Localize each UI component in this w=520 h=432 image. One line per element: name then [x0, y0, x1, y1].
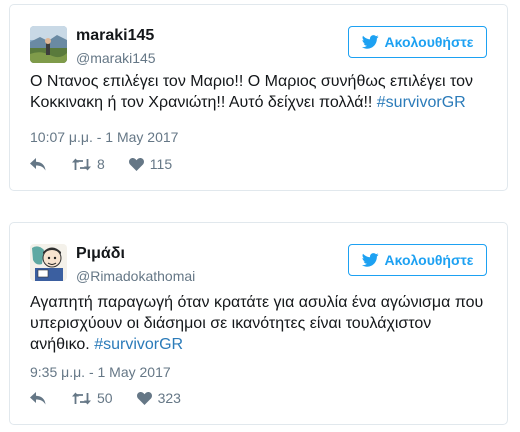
hashtag-link[interactable]: #survivorGR — [94, 336, 183, 353]
landscape-avatar-icon[interactable] — [30, 26, 67, 63]
display-name[interactable]: maraki145 — [76, 27, 154, 45]
tweet-actions: 8 115 — [30, 156, 172, 172]
follow-button-label: Ακολουθήστε — [384, 34, 474, 50]
reply-icon — [30, 391, 46, 405]
retweet-button[interactable]: 8 — [72, 156, 105, 172]
retweet-icon — [72, 158, 91, 171]
heart-icon — [128, 157, 144, 171]
heart-icon — [136, 391, 152, 405]
display-name[interactable]: Ριμάδι — [76, 245, 125, 263]
tweet-card: maraki145 @maraki145 Ακολουθήστε Ο Ντανο… — [9, 4, 508, 191]
follow-button[interactable]: Ακολουθήστε — [348, 26, 487, 58]
twitter-bird-icon — [361, 253, 379, 267]
follow-button-label: Ακολουθήστε — [384, 252, 474, 268]
follow-button[interactable]: Ακολουθήστε — [348, 244, 487, 276]
tweet-actions: 50 323 — [30, 390, 181, 406]
reply-button[interactable] — [30, 391, 46, 405]
retweet-count: 50 — [97, 390, 113, 406]
user-handle[interactable]: @maraki145 — [76, 50, 156, 66]
twitter-bird-icon — [361, 35, 379, 49]
tweet-text: Ο Ντανος επιλέγει τον Μαριο!! Ο Μαριος σ… — [30, 71, 487, 113]
tweet-timestamp[interactable]: 10:07 μ.μ. - 1 May 2017 — [30, 129, 178, 145]
retweet-icon — [72, 392, 91, 405]
user-handle[interactable]: @Rimadokathomai — [76, 268, 195, 284]
like-button[interactable]: 323 — [136, 390, 181, 406]
hashtag-link[interactable]: #survivorGR — [377, 94, 466, 111]
tweet-timestamp[interactable]: 9:35 μ.μ. - 1 May 2017 — [30, 364, 171, 380]
reply-button[interactable] — [30, 157, 46, 171]
like-count: 115 — [149, 156, 173, 172]
like-count: 323 — [157, 390, 181, 406]
retweet-count: 8 — [97, 156, 105, 172]
reply-icon — [30, 157, 46, 171]
like-button[interactable]: 115 — [128, 156, 173, 172]
retweet-button[interactable]: 50 — [72, 390, 113, 406]
cartoon-avatar-icon[interactable] — [30, 244, 67, 281]
tweet-text: Αγαπητή παραγωγή όταν κρατάτε για ασυλία… — [30, 292, 487, 355]
tweet-card: Ριμάδι @Rimadokathomai Ακολουθήστε Αγαπη… — [9, 222, 508, 425]
